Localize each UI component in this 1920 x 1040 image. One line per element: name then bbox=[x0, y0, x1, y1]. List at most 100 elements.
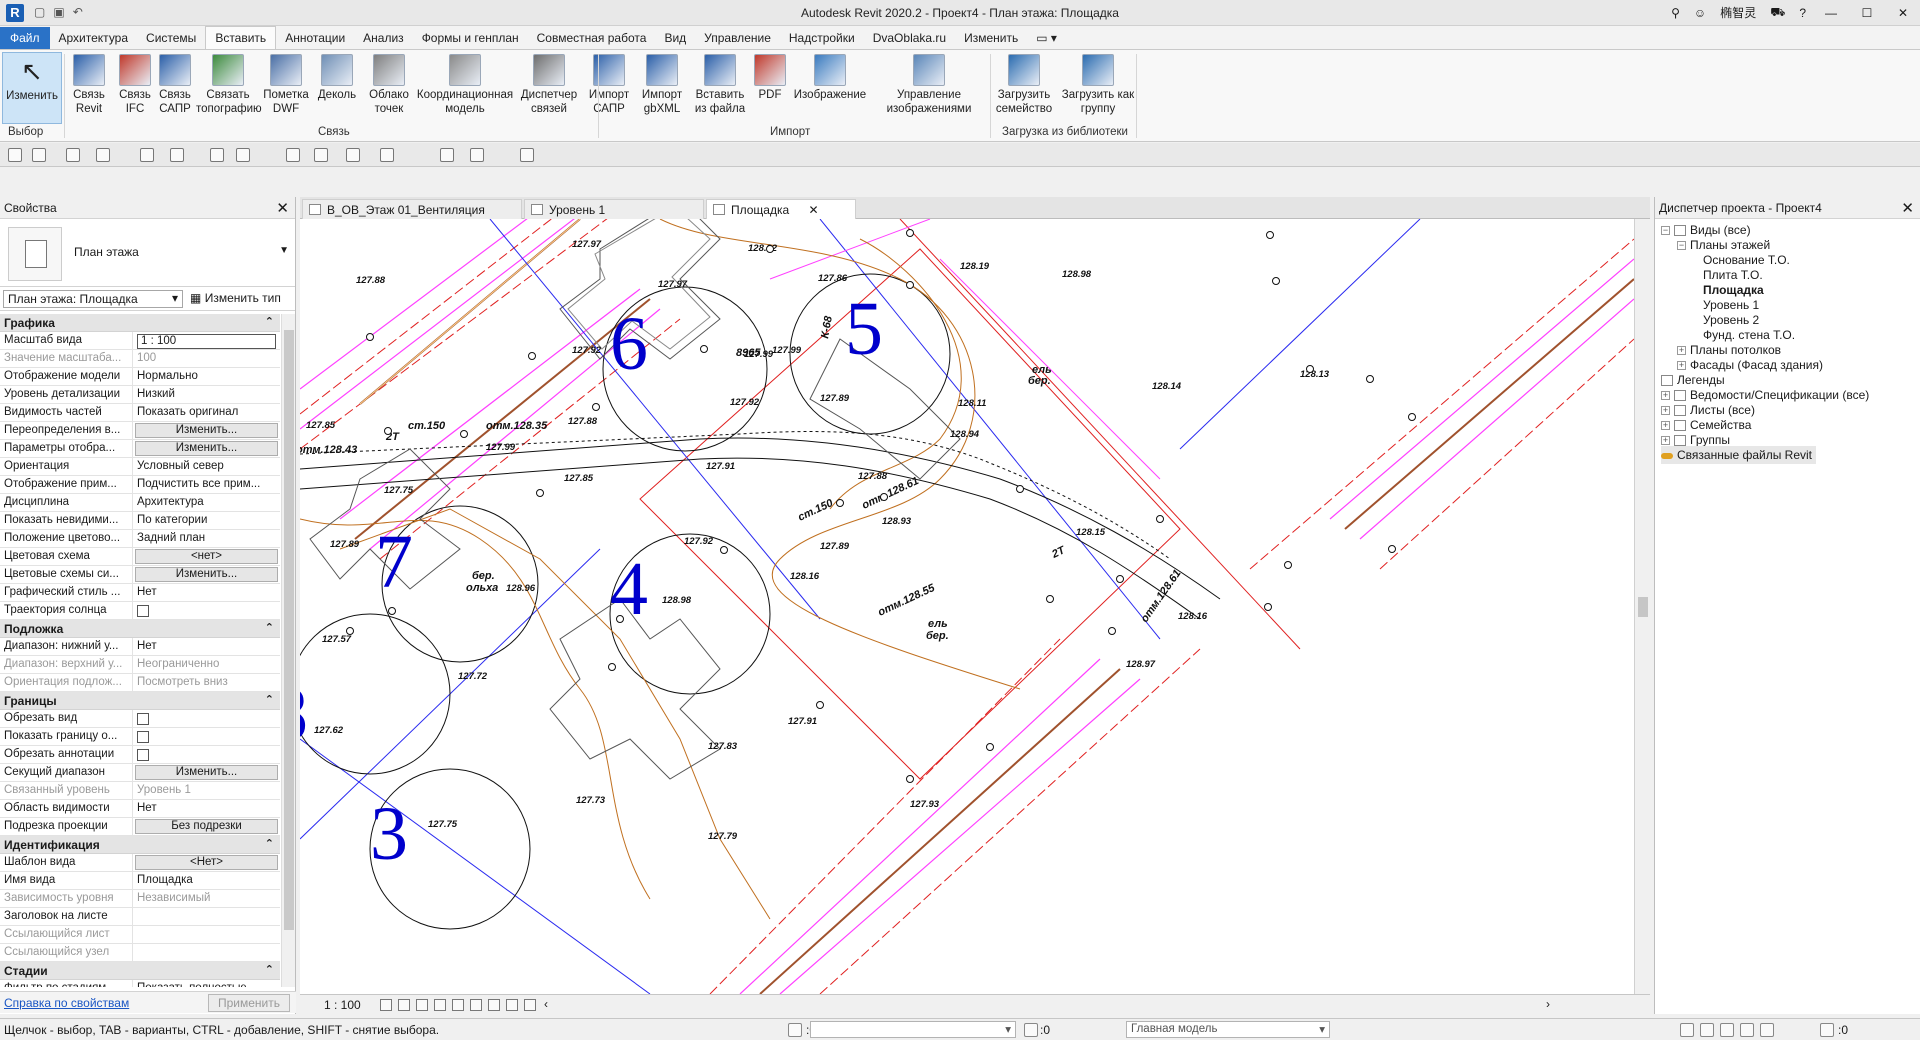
property-edit-button[interactable]: Изменить... bbox=[135, 423, 278, 438]
edit-type-button[interactable]: ▦ Изменить тип bbox=[190, 291, 281, 305]
survey-point-marker[interactable] bbox=[986, 743, 994, 751]
view-scale[interactable]: 1 : 100 bbox=[324, 998, 361, 1012]
property-value[interactable]: Нет bbox=[133, 800, 280, 817]
binoculars-icon[interactable]: ⚲ bbox=[1671, 6, 1680, 20]
text-icon[interactable] bbox=[236, 148, 250, 162]
collapse-icon[interactable]: ⌃ bbox=[265, 837, 274, 850]
tile-icon[interactable] bbox=[470, 148, 484, 162]
property-value[interactable] bbox=[133, 746, 280, 763]
property-value[interactable] bbox=[133, 728, 280, 745]
survey-point-marker[interactable] bbox=[616, 615, 624, 623]
properties-section[interactable]: Идентификация ⌃ bbox=[0, 836, 280, 854]
property-checkbox[interactable] bbox=[137, 713, 149, 725]
property-value[interactable]: Нормально bbox=[133, 368, 280, 385]
tab-file[interactable]: Файл bbox=[0, 27, 50, 49]
survey-point-marker[interactable] bbox=[766, 245, 774, 253]
maximize-icon[interactable]: ☐ bbox=[1856, 6, 1878, 20]
survey-point-marker[interactable] bbox=[1266, 231, 1274, 239]
view-tab-site[interactable]: Площадка ✕ bbox=[706, 199, 856, 219]
collapse-icon[interactable]: ⌃ bbox=[265, 621, 274, 634]
user-icon[interactable]: ☺ bbox=[1694, 6, 1706, 20]
tab-addins[interactable]: Надстройки bbox=[780, 27, 864, 49]
survey-point-marker[interactable] bbox=[1156, 515, 1164, 523]
survey-point-marker[interactable] bbox=[700, 345, 708, 353]
drag-elements-icon[interactable] bbox=[1760, 1023, 1774, 1037]
sync-icon[interactable] bbox=[32, 148, 46, 162]
property-value[interactable]: Показать оригинал bbox=[133, 404, 280, 421]
property-edit-button[interactable]: Изменить... bbox=[135, 765, 278, 780]
survey-point-marker[interactable] bbox=[1116, 575, 1124, 583]
survey-point-marker[interactable] bbox=[528, 352, 536, 360]
active-workset-select[interactable] bbox=[810, 1021, 1016, 1038]
property-value[interactable]: Архитектура bbox=[133, 494, 280, 511]
browser-node[interactable]: Связанные файлы Revit bbox=[1661, 446, 1817, 464]
property-value[interactable]: Изменить... bbox=[133, 422, 280, 439]
property-input[interactable]: 1 : 100 bbox=[137, 334, 276, 349]
shadows-icon[interactable] bbox=[434, 999, 446, 1011]
print-icon[interactable] bbox=[140, 148, 154, 162]
cart-icon[interactable]: ⛟ bbox=[1770, 5, 1785, 21]
property-value[interactable] bbox=[133, 908, 280, 925]
survey-point-marker[interactable] bbox=[906, 281, 914, 289]
collapse-icon[interactable]: − bbox=[1661, 226, 1670, 236]
temporary-hide-icon[interactable] bbox=[488, 999, 500, 1011]
filter-icon[interactable] bbox=[1820, 1023, 1834, 1037]
property-edit-button[interactable]: Изменить... bbox=[135, 441, 278, 456]
survey-point-marker[interactable] bbox=[1016, 485, 1024, 493]
property-value[interactable] bbox=[133, 710, 280, 727]
design-options-icon[interactable] bbox=[1024, 1023, 1038, 1037]
main-model-select[interactable]: Главная модель bbox=[1126, 1021, 1330, 1038]
survey-point-marker[interactable] bbox=[1284, 561, 1292, 569]
select-pinned-icon[interactable] bbox=[1720, 1023, 1734, 1037]
property-value[interactable]: Нет bbox=[133, 638, 280, 655]
scrollbar-thumb[interactable] bbox=[284, 330, 294, 930]
expand-icon[interactable]: + bbox=[1677, 361, 1686, 371]
canvas-vertical-scrollbar[interactable] bbox=[1634, 219, 1650, 994]
ribbon-button-3[interactable]: Связать топографию bbox=[196, 52, 262, 116]
tab-analyze[interactable]: Анализ bbox=[354, 27, 413, 49]
survey-point-marker[interactable] bbox=[592, 403, 600, 411]
close-icon[interactable]: ✕ bbox=[1892, 6, 1914, 20]
expand-icon[interactable]: + bbox=[1661, 406, 1670, 416]
chevron-down-icon[interactable]: ▼ bbox=[279, 245, 289, 256]
property-edit-button[interactable]: <нет> bbox=[135, 549, 278, 564]
user-name[interactable]: 椭智灵 bbox=[1720, 4, 1756, 21]
tab-dvaoblaka[interactable]: DvaOblaka.ru bbox=[864, 27, 955, 49]
survey-point-marker[interactable] bbox=[1272, 277, 1280, 285]
expand-icon[interactable]: + bbox=[1661, 436, 1670, 446]
property-edit-button[interactable]: Изменить... bbox=[135, 567, 278, 582]
survey-point-marker[interactable] bbox=[388, 607, 396, 615]
help-icon[interactable]: ? bbox=[1799, 6, 1806, 20]
survey-point-marker[interactable] bbox=[1046, 595, 1054, 603]
survey-point-marker[interactable] bbox=[384, 427, 392, 435]
survey-point-marker[interactable] bbox=[1306, 365, 1314, 373]
survey-point-marker[interactable] bbox=[1108, 627, 1116, 635]
detail-level-icon[interactable] bbox=[380, 999, 392, 1011]
reveal-hidden-icon[interactable] bbox=[506, 999, 518, 1011]
ribbon-minimize-toggle[interactable]: ▭ ▾ bbox=[1027, 27, 1066, 49]
survey-point-marker[interactable] bbox=[720, 546, 728, 554]
tab-systems[interactable]: Системы bbox=[137, 27, 205, 49]
expand-icon[interactable]: + bbox=[1661, 421, 1670, 431]
ribbon-button-4[interactable]: Пометка DWF bbox=[262, 52, 310, 116]
dimension-icon[interactable] bbox=[210, 148, 224, 162]
minimize-icon[interactable]: — bbox=[1820, 6, 1842, 20]
tab-manage[interactable]: Управление bbox=[695, 27, 780, 49]
scroll-right-icon[interactable]: › bbox=[1546, 997, 1550, 1011]
drawing-canvas[interactable]: 657483 127.97128.92128.19128.98127.88127… bbox=[300, 219, 1634, 994]
property-value[interactable]: Условный север bbox=[133, 458, 280, 475]
property-value[interactable]: Показать полностью bbox=[133, 980, 280, 987]
ribbon-button-5[interactable]: Деколь bbox=[312, 52, 362, 102]
ribbon-button-15[interactable]: Загрузить семейство bbox=[990, 52, 1058, 116]
ribbon-button-0[interactable]: Связь Revit bbox=[66, 52, 112, 116]
ribbon-button-7[interactable]: Координационная модель bbox=[414, 52, 516, 116]
properties-section[interactable]: Стадии ⌃ bbox=[0, 962, 280, 980]
property-value[interactable]: Площадка bbox=[133, 872, 280, 889]
survey-point-marker[interactable] bbox=[906, 229, 914, 237]
close-hidden-icon[interactable] bbox=[380, 148, 394, 162]
property-value[interactable]: Изменить... bbox=[133, 440, 280, 457]
property-value[interactable]: <нет> bbox=[133, 548, 280, 565]
close-icon[interactable]: ✕ bbox=[276, 199, 289, 217]
properties-scrollbar[interactable] bbox=[281, 314, 295, 987]
worksharing-icon[interactable] bbox=[524, 999, 536, 1011]
